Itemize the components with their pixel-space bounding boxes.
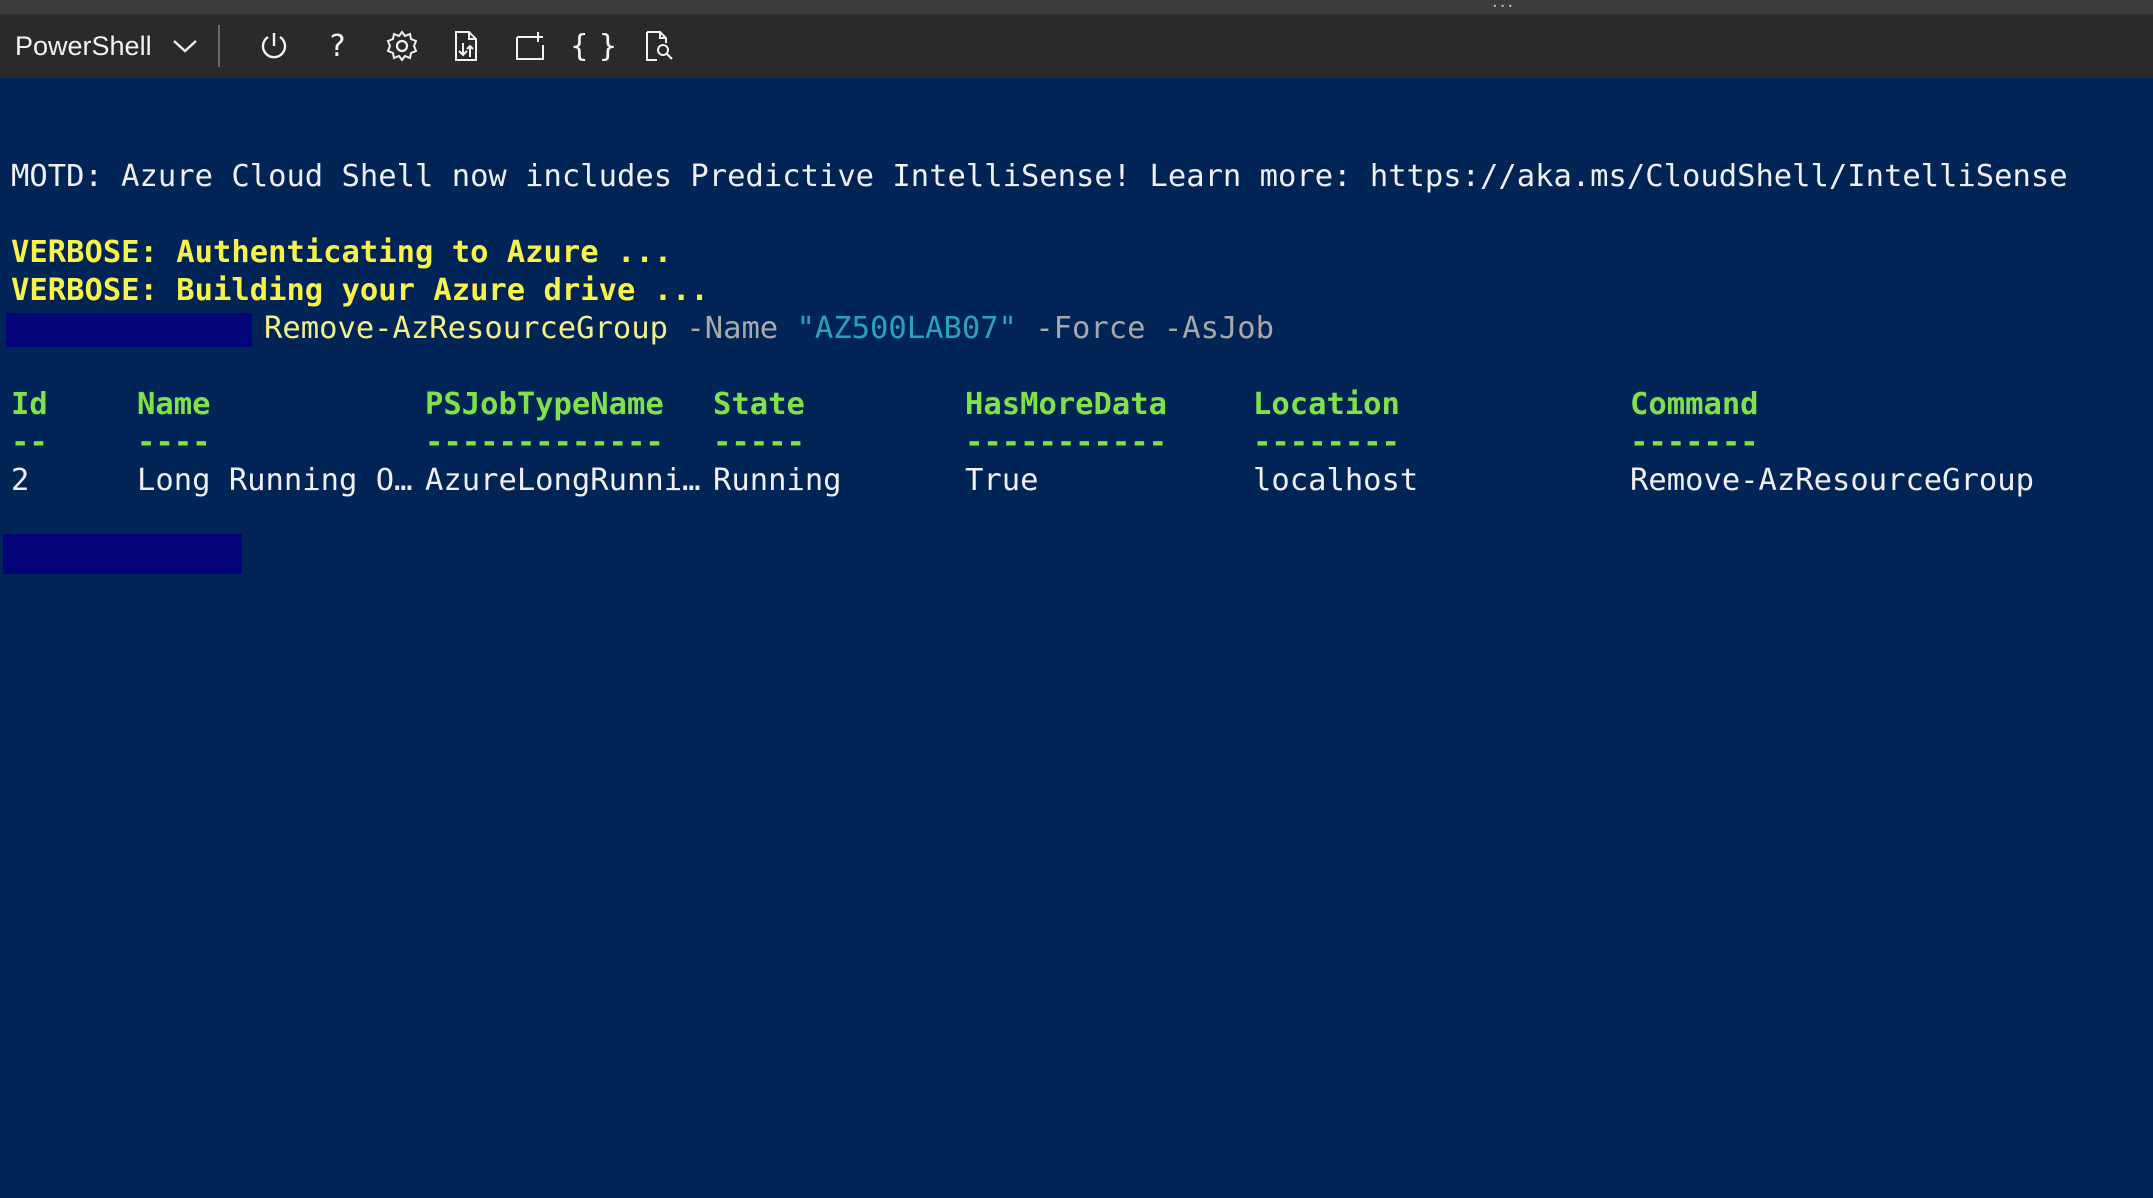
- underline-psjobtypename: -------------: [425, 425, 664, 460]
- header-command: Command: [1630, 387, 1759, 422]
- header-id: Id: [11, 387, 48, 422]
- new-session-button[interactable]: [498, 14, 562, 78]
- cell-state: Running: [713, 463, 842, 498]
- cell-psjobtypename: AzureLongRunni…: [425, 463, 701, 498]
- upload-download-icon: [454, 31, 477, 61]
- shell-type-selector[interactable]: PowerShell: [0, 14, 198, 78]
- braces-icon: { }: [569, 28, 618, 64]
- redacted-prompt: [6, 313, 252, 347]
- verbose-line-building-drive: VERBOSE: Building your Azure drive ...: [11, 273, 709, 308]
- motd-line: MOTD: Azure Cloud Shell now includes Pre…: [11, 159, 2068, 194]
- window-top-strip: ···: [0, 0, 2153, 17]
- command-value-name: "AZ500LAB07": [796, 311, 1017, 346]
- cell-hasmoredata: True: [965, 463, 1039, 498]
- toolbar-separator: [217, 25, 220, 67]
- header-state: State: [713, 387, 805, 422]
- shell-type-label: PowerShell: [15, 30, 152, 61]
- underline-state: -----: [713, 425, 805, 460]
- command-line: Remove-AzResourceGroup -Name "AZ500LAB07…: [264, 310, 1274, 348]
- cloud-shell-toolbar: PowerShell ? { }: [0, 14, 2153, 78]
- cell-command: Remove-AzResourceGroup: [1630, 463, 2034, 498]
- redacted-prompt-bottom: [3, 534, 242, 574]
- power-icon: [261, 33, 286, 59]
- new-session-icon: [515, 32, 544, 60]
- header-psjobtypename: PSJobTypeName: [425, 387, 664, 422]
- upload-download-button[interactable]: [434, 14, 498, 78]
- editor-button[interactable]: { }: [562, 14, 626, 78]
- cell-location: localhost: [1253, 463, 1419, 498]
- command-cmdlet: Remove-AzResourceGroup: [264, 311, 668, 346]
- cell-id: 2: [11, 463, 30, 498]
- terminal-output[interactable]: MOTD: Azure Cloud Shell now includes Pre…: [0, 78, 2153, 599]
- header-location: Location: [1253, 387, 1400, 422]
- command-param-asjob: -AsJob: [1163, 311, 1275, 346]
- gear-icon: [386, 30, 417, 62]
- underline-command: -------: [1630, 425, 1759, 460]
- chevron-down-icon: [172, 38, 198, 54]
- cell-name: Long Running O…: [137, 463, 413, 498]
- verbose-line-authenticating: VERBOSE: Authenticating to Azure ...: [11, 235, 673, 270]
- restart-button[interactable]: [242, 14, 306, 78]
- settings-button[interactable]: [370, 14, 434, 78]
- web-preview-button[interactable]: [626, 14, 690, 78]
- underline-name: ----: [137, 425, 211, 460]
- header-name: Name: [137, 387, 211, 422]
- underline-hasmoredata: -----------: [965, 425, 1167, 460]
- command-param-name: -Name: [686, 311, 779, 346]
- web-preview-icon: [645, 31, 673, 61]
- underline-location: --------: [1253, 425, 1400, 460]
- underline-id: --: [11, 425, 48, 460]
- header-hasmoredata: HasMoreData: [965, 387, 1167, 422]
- help-icon: ?: [329, 28, 346, 64]
- command-param-force: -Force: [1035, 311, 1146, 346]
- help-button[interactable]: ?: [306, 14, 370, 78]
